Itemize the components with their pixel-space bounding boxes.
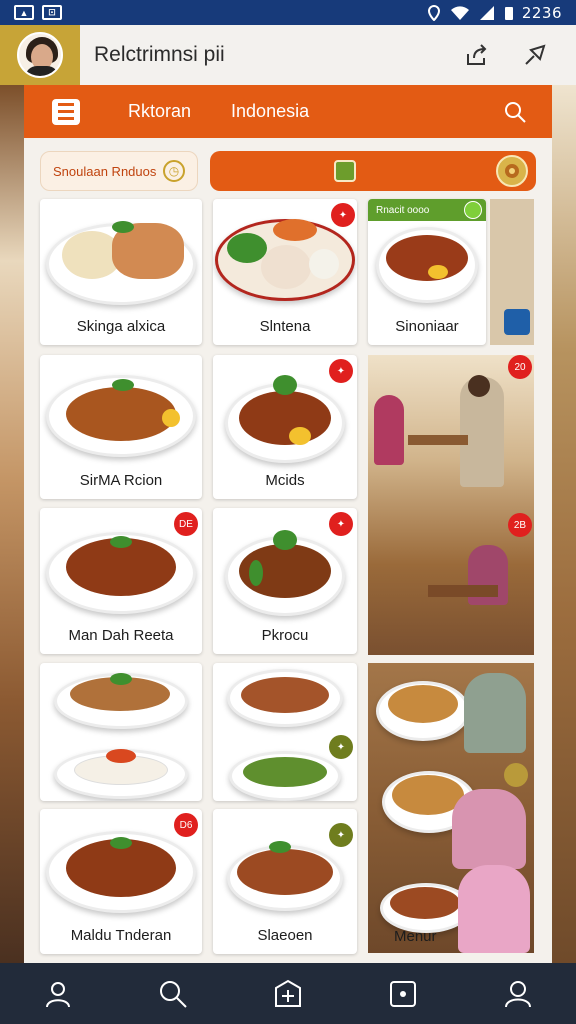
menu-card-12[interactable]: Menur	[368, 857, 534, 953]
clock: 2236	[521, 3, 562, 22]
tab-restoran[interactable]: Rktoran	[128, 101, 191, 122]
pin-button[interactable]	[518, 38, 552, 72]
menu-card-4[interactable]	[40, 663, 202, 801]
photo-badge: 2B	[508, 513, 532, 537]
nav-add[interactable]	[268, 974, 308, 1014]
menu-card-label: Slaeoen	[257, 927, 313, 944]
menu-card-label: Mcids	[265, 472, 305, 489]
top-app-bar: Relctrimnsi pii	[0, 25, 576, 85]
menu-card-badge: ✦	[331, 203, 355, 227]
menu-card-6[interactable]: ✦ Slntena	[213, 199, 357, 345]
menu-card-badge: DE	[174, 512, 198, 536]
avatar-container[interactable]	[0, 25, 80, 85]
restaurant-scene-right	[552, 85, 576, 965]
notification-icon: ▲	[14, 5, 34, 20]
location-icon	[427, 4, 440, 21]
wifi-icon	[450, 5, 469, 20]
restaurant-scene-left	[0, 85, 24, 965]
add-icon	[274, 979, 301, 1007]
user-icon	[45, 981, 70, 1007]
promo-banner: Rnacit oooo	[368, 199, 486, 221]
menu-card-badge: ✦	[329, 735, 353, 759]
share-button[interactable]	[460, 38, 494, 72]
menu-card-label: Pkrocu	[261, 627, 309, 644]
category-header: Rktoran Indonesia	[24, 85, 552, 138]
side-image	[490, 199, 534, 345]
menu-card-badge: ✦	[329, 512, 353, 536]
filter-bar[interactable]	[210, 151, 536, 191]
menu-card-label: Slntena	[259, 318, 311, 335]
restaurant-photo: 20 2B	[368, 355, 534, 655]
menu-card-7[interactable]: ✦ Mcids	[213, 355, 357, 499]
avatar[interactable]	[17, 32, 63, 78]
menu-card-label: SirMA Rcion	[79, 472, 163, 489]
app-notification-icon: ⊡	[42, 5, 62, 20]
filter-chip-label: Snoulaan Rnduos	[53, 163, 157, 179]
clock-icon: ◷	[163, 160, 185, 182]
nav-user[interactable]	[38, 974, 78, 1014]
menu-icon[interactable]	[52, 98, 80, 125]
nav-profile[interactable]	[498, 974, 538, 1014]
menu-card-label: Sinoniaar	[395, 318, 459, 335]
menu-card-label: Menur	[394, 928, 437, 945]
share-icon	[467, 44, 487, 65]
search-button[interactable]	[500, 97, 530, 127]
menu-card-2[interactable]: SirMA Rcion	[40, 355, 202, 499]
search-nav-icon	[159, 980, 187, 1008]
filter-row: Snoulaan Rnduos ◷	[40, 151, 536, 191]
menu-card-badge: D6	[174, 813, 198, 837]
menu-card-1[interactable]: Skinga alxica	[40, 199, 202, 345]
filter-chip[interactable]: Snoulaan Rnduos ◷	[40, 151, 198, 191]
bottom-navigation	[0, 963, 576, 1024]
nav-search[interactable]	[153, 974, 193, 1014]
menu-card-badge: ✦	[329, 359, 353, 383]
menu-card-label: Man Dah Reeta	[68, 627, 174, 644]
profile-icon	[505, 980, 532, 1007]
signal-icon	[479, 5, 494, 20]
menu-card-5[interactable]: D6 Maldu Tnderan	[40, 809, 202, 954]
status-bar: ▲ ⊡ 2236	[0, 0, 576, 25]
search-icon	[505, 101, 526, 123]
grid-toggle-icon[interactable]	[334, 160, 356, 182]
nav-grid[interactable]	[383, 974, 423, 1014]
tab-indonesia[interactable]: Indonesia	[231, 101, 309, 122]
menu-card-label: Skinga alxica	[76, 318, 166, 335]
grid-icon	[390, 980, 417, 1007]
battery-icon	[504, 6, 513, 20]
menu-card-3[interactable]: DE Man Dah Reeta	[40, 508, 202, 654]
menu-card-label: Maldu Tnderan	[70, 927, 172, 944]
main-panel: Rktoran Indonesia Snoulaan Rnduos ◷ Skin…	[24, 85, 552, 963]
page-title: Relctrimnsi pii	[94, 43, 225, 66]
photo-badge: 20	[508, 355, 532, 379]
menu-card-badge: ✦	[329, 823, 353, 847]
menu-card-10[interactable]: ✦ Slaeoen	[213, 809, 357, 954]
menu-card-8[interactable]: ✦ Pkrocu	[213, 508, 357, 654]
menu-card-11[interactable]: Rnacit oooo Sinoniaar	[368, 199, 486, 345]
dish-badge-icon[interactable]	[496, 155, 528, 187]
menu-card-9[interactable]: ✦	[213, 663, 357, 801]
pin-icon	[525, 44, 546, 65]
dining-photo: Menur	[368, 663, 534, 953]
